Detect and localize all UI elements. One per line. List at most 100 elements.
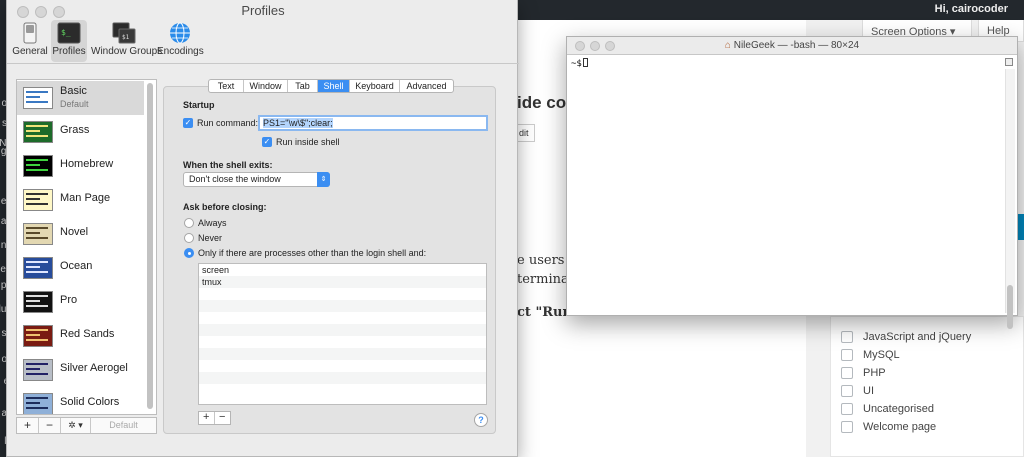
process-row[interactable]: tmux — [199, 276, 486, 288]
run-command-checkbox[interactable]: ✓ — [183, 118, 193, 128]
terminal-scroll-thumb[interactable] — [1007, 285, 1013, 329]
profile-item-man-page[interactable]: Man Page — [17, 183, 144, 217]
run-command-value: PS1="\w\$";clear; — [263, 118, 333, 128]
toolbar-window-groups[interactable]: $1 Window Groups — [91, 20, 162, 62]
text-cursor — [582, 58, 588, 67]
home-folder-icon: ⌂ — [724, 40, 731, 51]
profile-name: Silver Aerogel — [60, 362, 128, 374]
toolbar-encodings[interactable]: Encodings — [157, 20, 204, 62]
profile-item-ocean[interactable]: Ocean — [17, 251, 144, 285]
profile-item-pro[interactable]: Pro — [17, 285, 144, 319]
process-row[interactable] — [199, 312, 486, 324]
svg-text:$1: $1 — [122, 34, 130, 41]
admin-greeting[interactable]: Hi, cairocoder — [935, 3, 1008, 15]
marks-icon[interactable] — [1005, 58, 1013, 66]
category-item[interactable]: PHP — [841, 364, 886, 382]
profile-list[interactable]: Basic Default Grass Homebrew Man Page Novel Oc… — [16, 79, 157, 415]
toolbar-general[interactable]: General — [11, 20, 49, 62]
add-profile-button[interactable]: + — [17, 418, 39, 433]
settings-tabs: Text Window Tab Shell Keyboard Advanced — [208, 79, 454, 93]
profile-item-homebrew[interactable]: Homebrew — [17, 149, 144, 183]
profile-thumbnail — [23, 121, 53, 143]
tab-text[interactable]: Text — [209, 80, 244, 92]
only-if-radio[interactable] — [184, 248, 194, 258]
process-row[interactable] — [199, 384, 486, 396]
process-row[interactable] — [199, 336, 486, 348]
profile-name: Basic — [60, 85, 87, 97]
profile-thumbnail — [23, 325, 53, 347]
category-checkbox[interactable] — [841, 385, 853, 397]
minimize-window-button[interactable] — [35, 6, 47, 18]
shell-exit-heading: When the shell exits: — [183, 160, 273, 170]
process-list-buttons: + − — [198, 411, 231, 425]
close-window-button[interactable] — [17, 6, 29, 18]
tab-window[interactable]: Window — [244, 80, 288, 92]
profile-actions-menu[interactable]: ✲ ▾ — [61, 418, 91, 433]
edit-button-fragment[interactable]: dit — [517, 124, 535, 142]
category-item[interactable]: MySQL — [841, 346, 900, 364]
profile-name: Novel — [60, 226, 89, 238]
category-checkbox[interactable] — [841, 403, 853, 415]
profile-thumbnail — [23, 87, 53, 109]
process-row[interactable] — [199, 324, 486, 336]
run-inside-shell-checkbox[interactable]: ✓ — [262, 137, 272, 147]
terminal-content[interactable]: ~$ — [567, 55, 1017, 329]
profile-default-label: Default — [60, 99, 89, 109]
shell-exit-select[interactable]: Don't close the window ⇕ — [183, 172, 330, 187]
remove-profile-button[interactable]: − — [39, 418, 61, 433]
profile-item-basic[interactable]: Basic Default — [17, 81, 144, 115]
profile-item-red-sands[interactable]: Red Sands — [17, 319, 144, 353]
profile-name: Man Page — [60, 192, 111, 204]
shell-exit-selected: Don't close the window — [189, 174, 281, 184]
tab-keyboard[interactable]: Keyboard — [350, 80, 400, 92]
tab-advanced[interactable]: Advanced — [400, 80, 453, 92]
always-radio[interactable] — [184, 218, 194, 228]
category-checkbox[interactable] — [841, 331, 853, 343]
tab-tab[interactable]: Tab — [288, 80, 318, 92]
profile-thumbnail — [23, 291, 53, 313]
add-process-button[interactable]: + — [199, 412, 215, 424]
category-checkbox[interactable] — [841, 421, 853, 433]
category-checkbox[interactable] — [841, 367, 853, 379]
profile-list-scrollbar[interactable] — [147, 83, 153, 409]
profile-item-novel[interactable]: Novel — [17, 217, 144, 251]
zoom-window-button[interactable] — [53, 6, 65, 18]
never-radio[interactable] — [184, 233, 194, 243]
process-row[interactable]: screen — [199, 264, 486, 276]
remove-process-button[interactable]: − — [215, 412, 230, 424]
profile-name: Grass — [60, 124, 90, 136]
terminal-titlebar[interactable]: ⌂ NileGeek — -bash — 80×24 — [567, 37, 1017, 55]
profile-name: Homebrew — [60, 158, 114, 170]
post-text-fragment: terminal — [517, 272, 573, 287]
process-list[interactable]: screen tmux — [198, 263, 487, 405]
category-item[interactable]: Uncategorised — [841, 400, 934, 418]
process-row[interactable] — [199, 288, 486, 300]
switch-icon — [23, 22, 37, 44]
profile-name: Pro — [60, 294, 78, 306]
profile-item-silver-aerogel[interactable]: Silver Aerogel — [17, 353, 144, 387]
set-default-button[interactable]: Default — [91, 418, 156, 433]
process-row[interactable] — [199, 372, 486, 384]
only-if-label: Only if there are processes other than t… — [198, 248, 427, 258]
preferences-toolbar: General $_ Profiles $1 Window Groups Enc… — [7, 18, 519, 64]
window-groups-icon: $1 — [112, 22, 136, 44]
run-inside-shell-label: Run inside shell — [276, 137, 340, 147]
tab-shell[interactable]: Shell — [318, 80, 350, 92]
toolbar-profiles[interactable]: $_ Profiles — [51, 20, 87, 62]
terminal-scrollbar[interactable] — [1005, 69, 1015, 313]
process-row[interactable] — [199, 300, 486, 312]
category-item[interactable]: UI — [841, 382, 874, 400]
profile-name: Ocean — [60, 260, 93, 272]
run-command-input[interactable]: PS1="\w\$";clear; — [258, 115, 488, 131]
process-row[interactable] — [199, 360, 486, 372]
process-row[interactable] — [199, 348, 486, 360]
profile-item-grass[interactable]: Grass — [17, 115, 144, 149]
help-button[interactable]: ? — [474, 413, 488, 427]
terminal-window[interactable]: ⌂ NileGeek — -bash — 80×24 ~$ — [566, 36, 1018, 329]
category-item[interactable]: Welcome page — [841, 418, 936, 436]
category-item[interactable]: JavaScript and jQuery — [841, 328, 971, 346]
profile-thumbnail — [23, 257, 53, 279]
profile-item-solid-colors[interactable]: Solid Colors — [17, 387, 144, 414]
category-checkbox[interactable] — [841, 349, 853, 361]
globe-icon — [170, 22, 190, 44]
